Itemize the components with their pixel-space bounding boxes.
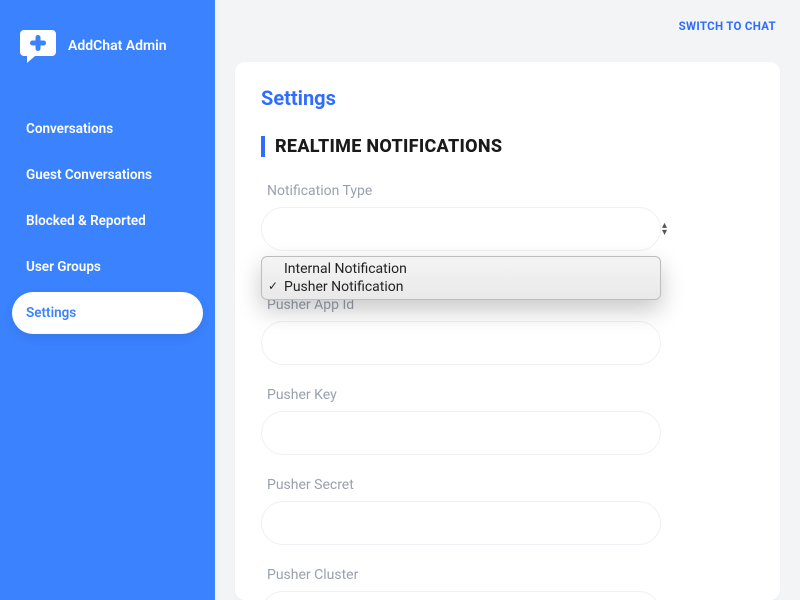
main: SWITCH TO CHAT Settings REALTIME NOTIFIC… bbox=[215, 0, 800, 600]
pusher-key-input[interactable] bbox=[261, 411, 661, 455]
pusher-app-id-input[interactable] bbox=[261, 321, 661, 365]
sidebar-nav: Conversations Guest Conversations Blocke… bbox=[12, 108, 203, 334]
switch-to-chat-link[interactable]: SWITCH TO CHAT bbox=[679, 19, 776, 33]
pusher-secret-input[interactable] bbox=[261, 501, 661, 545]
pusher-cluster-input[interactable] bbox=[261, 591, 661, 600]
field-pusher-cluster: Pusher Cluster bbox=[261, 567, 754, 600]
sidebar-item-settings[interactable]: Settings bbox=[12, 292, 203, 334]
sidebar-item-label: Conversations bbox=[26, 121, 113, 137]
field-label: Notification Type bbox=[261, 183, 754, 199]
sidebar-item-label: User Groups bbox=[26, 259, 101, 275]
notification-type-dropdown: Internal Notification Pusher Notificatio… bbox=[261, 256, 661, 300]
field-pusher-key: Pusher Key bbox=[261, 387, 754, 455]
sidebar-item-guest-conversations[interactable]: Guest Conversations bbox=[12, 154, 203, 196]
app-logo-icon bbox=[18, 26, 58, 66]
field-label: Pusher Cluster bbox=[261, 567, 754, 583]
select-stepper-icon: ▴▾ bbox=[662, 222, 667, 236]
field-notification-type: Notification Type ▴▾ bbox=[261, 183, 754, 251]
section-title: REALTIME NOTIFICATIONS bbox=[261, 136, 754, 157]
settings-card: Settings REALTIME NOTIFICATIONS Notifica… bbox=[235, 62, 780, 600]
sidebar-item-label: Settings bbox=[26, 305, 76, 321]
sidebar-item-blocked-reported[interactable]: Blocked & Reported bbox=[12, 200, 203, 242]
select-display bbox=[261, 207, 661, 251]
field-label: Pusher Secret bbox=[261, 477, 754, 493]
sidebar-item-user-groups[interactable]: User Groups bbox=[12, 246, 203, 288]
brand: AddChat Admin bbox=[12, 20, 203, 88]
topbar: SWITCH TO CHAT bbox=[215, 0, 800, 52]
sidebar-item-conversations[interactable]: Conversations bbox=[12, 108, 203, 150]
dropdown-option-pusher[interactable]: Pusher Notification bbox=[262, 278, 660, 296]
field-pusher-app-id: Pusher App Id bbox=[261, 297, 754, 365]
content-wrap: Settings REALTIME NOTIFICATIONS Notifica… bbox=[215, 52, 800, 600]
dropdown-option-internal[interactable]: Internal Notification bbox=[262, 260, 660, 278]
brand-title: AddChat Admin bbox=[68, 38, 167, 54]
sidebar: AddChat Admin Conversations Guest Conver… bbox=[0, 0, 215, 600]
sidebar-item-label: Blocked & Reported bbox=[26, 213, 146, 229]
sidebar-item-label: Guest Conversations bbox=[26, 167, 152, 183]
field-label: Pusher Key bbox=[261, 387, 754, 403]
field-pusher-secret: Pusher Secret bbox=[261, 477, 754, 545]
notification-type-select[interactable]: ▴▾ bbox=[261, 207, 661, 251]
page-title: Settings bbox=[261, 86, 754, 110]
